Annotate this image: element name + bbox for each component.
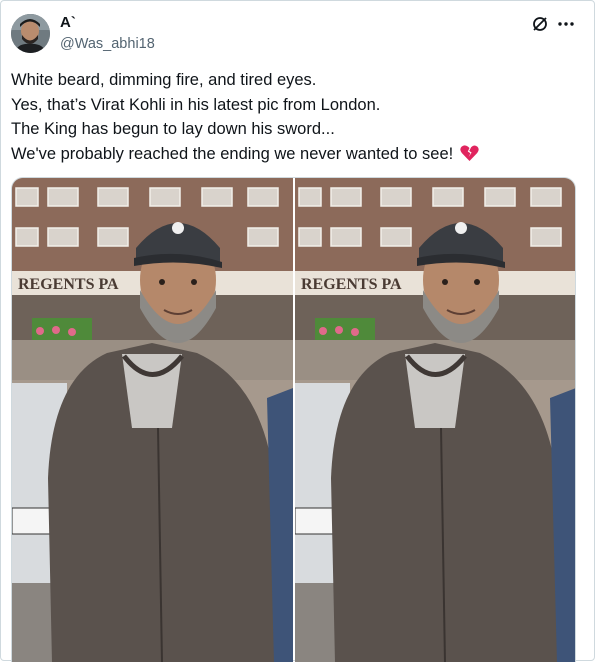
photo-1[interactable]: REGENTS PA [12, 178, 293, 662]
display-name[interactable]: A` [60, 14, 76, 32]
tweet-line: We've probably reached the ending we nev… [11, 144, 454, 163]
more-icon[interactable] [556, 14, 576, 34]
sign-text: REGENTS PA [301, 276, 402, 293]
tweet-line: White beard, dimming fire, and tired eye… [11, 71, 317, 89]
avatar[interactable] [11, 14, 50, 53]
tweet-line-last: We've probably reached the ending we nev… [11, 142, 581, 170]
user-handle[interactable]: @Was_abhi18 [60, 35, 155, 53]
photo-2[interactable]: REGENTS PA [295, 178, 575, 662]
tweet-line: The King has begun to lay down his sword… [11, 120, 335, 138]
tweet-media[interactable]: REGENTS PA REGENTS PA [11, 177, 576, 662]
sign-text: REGENTS PA [18, 276, 119, 293]
grok-icon[interactable] [530, 14, 550, 34]
tweet-line: Yes, that’s Virat Kohli in his latest pi… [11, 95, 381, 114]
tweet-text: White beard, dimming fire, and tired eye… [11, 68, 581, 169]
broken-heart-icon [460, 144, 479, 170]
